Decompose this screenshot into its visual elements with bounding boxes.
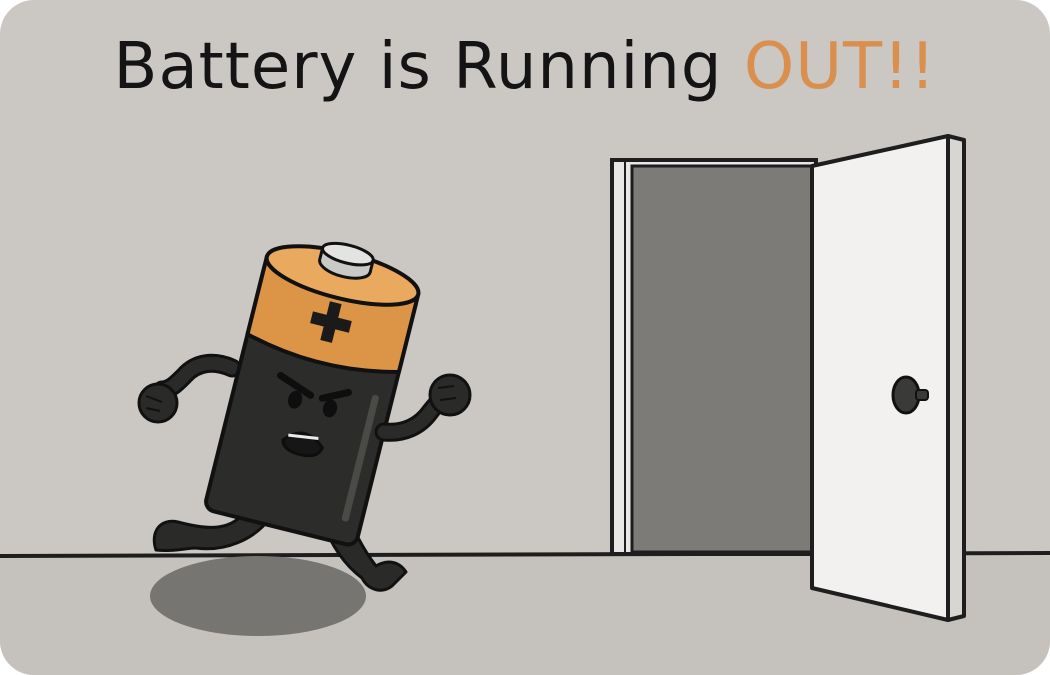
battery-body [204,241,421,547]
page-title: Battery is Running OUT!! [0,30,1050,104]
battery-back-fist [137,382,179,424]
title-main: Battery is Running [113,30,744,104]
door-edge [946,134,966,622]
door-leaf [810,134,950,622]
battery-shadow [150,556,366,636]
illustration-card: Battery is Running OUT!! [0,0,1050,675]
doorway [630,164,818,554]
open-door-icon [610,134,966,622]
battery-front-fist [428,373,472,417]
title-accent: OUT!! [743,30,937,104]
